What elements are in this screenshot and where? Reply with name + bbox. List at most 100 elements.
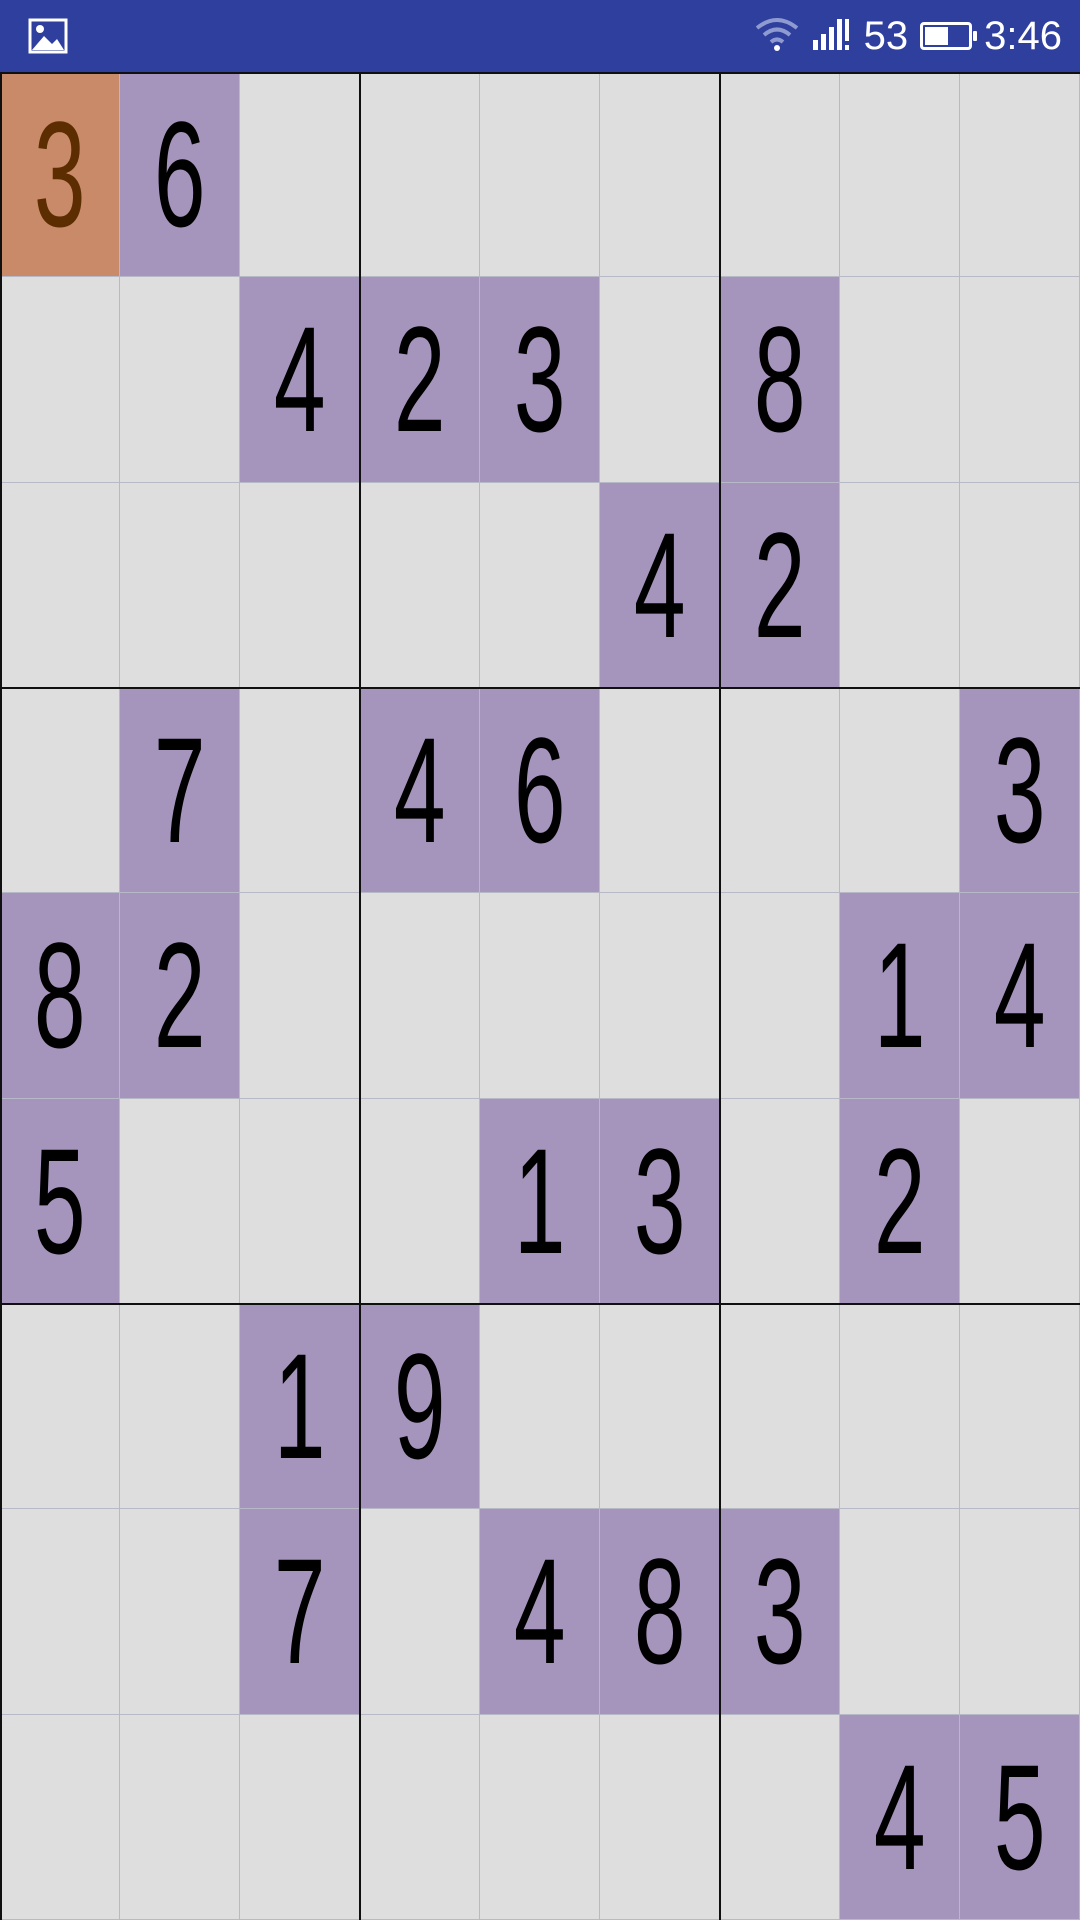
cell-r6-c7[interactable] xyxy=(720,1098,840,1304)
cell-r7-c2[interactable] xyxy=(120,1304,240,1510)
cell-r2-c7[interactable]: 8 xyxy=(720,277,840,483)
cell-digit: 1 xyxy=(273,1322,326,1491)
cell-r1-c5[interactable] xyxy=(480,72,600,278)
cell-r4-c8[interactable] xyxy=(840,688,960,894)
cell-r4-c9[interactable]: 3 xyxy=(960,688,1080,894)
cell-r7-c7[interactable] xyxy=(720,1304,840,1510)
cell-r1-c8[interactable] xyxy=(840,72,960,278)
cell-r4-c1[interactable] xyxy=(0,688,120,894)
cell-r4-c5[interactable]: 6 xyxy=(480,688,600,894)
cell-r1-c7[interactable] xyxy=(720,72,840,278)
clock-time: 3:46 xyxy=(984,14,1062,58)
cell-r3-c5[interactable] xyxy=(480,482,600,688)
cell-r1-c1[interactable]: 3 xyxy=(0,72,120,278)
box-divider-vertical xyxy=(719,72,721,1920)
cell-r8-c5[interactable]: 4 xyxy=(480,1509,600,1715)
cell-r9-c9[interactable]: 5 xyxy=(960,1714,1080,1920)
cell-r1-c2[interactable]: 6 xyxy=(120,72,240,278)
cell-r8-c6[interactable]: 8 xyxy=(600,1509,720,1715)
image-icon xyxy=(28,18,68,54)
cell-digit: 1 xyxy=(513,1116,566,1285)
cell-r9-c8[interactable]: 4 xyxy=(840,1714,960,1920)
cell-r8-c3[interactable]: 7 xyxy=(240,1509,360,1715)
cell-r9-c4[interactable] xyxy=(360,1714,480,1920)
cell-digit: 3 xyxy=(33,90,86,259)
cell-r3-c8[interactable] xyxy=(840,482,960,688)
cell-r9-c1[interactable] xyxy=(0,1714,120,1920)
cell-digit: 7 xyxy=(153,706,206,875)
cell-r5-c6[interactable] xyxy=(600,893,720,1099)
cell-r2-c6[interactable] xyxy=(600,277,720,483)
cell-r4-c3[interactable] xyxy=(240,688,360,894)
cell-digit: 1 xyxy=(873,911,926,1080)
cell-r4-c7[interactable] xyxy=(720,688,840,894)
cell-r3-c3[interactable] xyxy=(240,482,360,688)
cell-r5-c2[interactable]: 2 xyxy=(120,893,240,1099)
cell-r1-c9[interactable] xyxy=(960,72,1080,278)
cell-r2-c3[interactable]: 4 xyxy=(240,277,360,483)
cell-r3-c7[interactable]: 2 xyxy=(720,482,840,688)
cell-r3-c2[interactable] xyxy=(120,482,240,688)
cell-r1-c3[interactable] xyxy=(240,72,360,278)
cell-r6-c1[interactable]: 5 xyxy=(0,1098,120,1304)
cell-r7-c1[interactable] xyxy=(0,1304,120,1510)
cell-digit: 4 xyxy=(993,911,1046,1080)
cell-r6-c9[interactable] xyxy=(960,1098,1080,1304)
cell-r7-c5[interactable] xyxy=(480,1304,600,1510)
cell-r6-c4[interactable] xyxy=(360,1098,480,1304)
cell-r3-c6[interactable]: 4 xyxy=(600,482,720,688)
cell-r4-c6[interactable] xyxy=(600,688,720,894)
cell-r1-c4[interactable] xyxy=(360,72,480,278)
cell-digit: 2 xyxy=(753,500,806,669)
cell-r2-c8[interactable] xyxy=(840,277,960,483)
cell-r9-c5[interactable] xyxy=(480,1714,600,1920)
cell-r8-c2[interactable] xyxy=(120,1509,240,1715)
cell-digit: 3 xyxy=(753,1527,806,1696)
cell-r8-c8[interactable] xyxy=(840,1509,960,1715)
cell-r6-c3[interactable] xyxy=(240,1098,360,1304)
cell-r5-c1[interactable]: 8 xyxy=(0,893,120,1099)
cell-r2-c2[interactable] xyxy=(120,277,240,483)
cell-r5-c7[interactable] xyxy=(720,893,840,1099)
cell-r7-c4[interactable]: 9 xyxy=(360,1304,480,1510)
cell-r3-c1[interactable] xyxy=(0,482,120,688)
cell-r2-c1[interactable] xyxy=(0,277,120,483)
cell-r8-c9[interactable] xyxy=(960,1509,1080,1715)
cell-r7-c3[interactable]: 1 xyxy=(240,1304,360,1510)
cell-r3-c4[interactable] xyxy=(360,482,480,688)
cell-r2-c9[interactable] xyxy=(960,277,1080,483)
cell-r8-c4[interactable] xyxy=(360,1509,480,1715)
cell-r7-c9[interactable] xyxy=(960,1304,1080,1510)
cell-r9-c3[interactable] xyxy=(240,1714,360,1920)
cell-r8-c1[interactable] xyxy=(0,1509,120,1715)
cell-digit: 5 xyxy=(993,1732,1046,1901)
cell-r5-c8[interactable]: 1 xyxy=(840,893,960,1099)
cell-r6-c8[interactable]: 2 xyxy=(840,1098,960,1304)
cell-r6-c5[interactable]: 1 xyxy=(480,1098,600,1304)
cell-r5-c3[interactable] xyxy=(240,893,360,1099)
board-left-edge xyxy=(0,72,2,1920)
cell-r7-c6[interactable] xyxy=(600,1304,720,1510)
cell-r8-c7[interactable]: 3 xyxy=(720,1509,840,1715)
signal-value: 53 xyxy=(863,14,909,58)
cell-r2-c5[interactable]: 3 xyxy=(480,277,600,483)
cell-r7-c8[interactable] xyxy=(840,1304,960,1510)
cell-r5-c4[interactable] xyxy=(360,893,480,1099)
cell-r9-c6[interactable] xyxy=(600,1714,720,1920)
cell-r5-c9[interactable]: 4 xyxy=(960,893,1080,1099)
cell-digit: 2 xyxy=(153,911,206,1080)
cell-r9-c2[interactable] xyxy=(120,1714,240,1920)
cell-r6-c2[interactable] xyxy=(120,1098,240,1304)
cell-r2-c4[interactable]: 2 xyxy=(360,277,480,483)
cell-r4-c4[interactable]: 4 xyxy=(360,688,480,894)
cell-digit: 8 xyxy=(33,911,86,1080)
cell-r6-c6[interactable]: 3 xyxy=(600,1098,720,1304)
cell-r4-c2[interactable]: 7 xyxy=(120,688,240,894)
cell-digit: 4 xyxy=(273,295,326,464)
box-divider-horizontal xyxy=(0,687,1080,689)
cell-r9-c7[interactable] xyxy=(720,1714,840,1920)
cell-r3-c9[interactable] xyxy=(960,482,1080,688)
cell-r1-c6[interactable] xyxy=(600,72,720,278)
cell-digit: 2 xyxy=(873,1116,926,1285)
cell-r5-c5[interactable] xyxy=(480,893,600,1099)
